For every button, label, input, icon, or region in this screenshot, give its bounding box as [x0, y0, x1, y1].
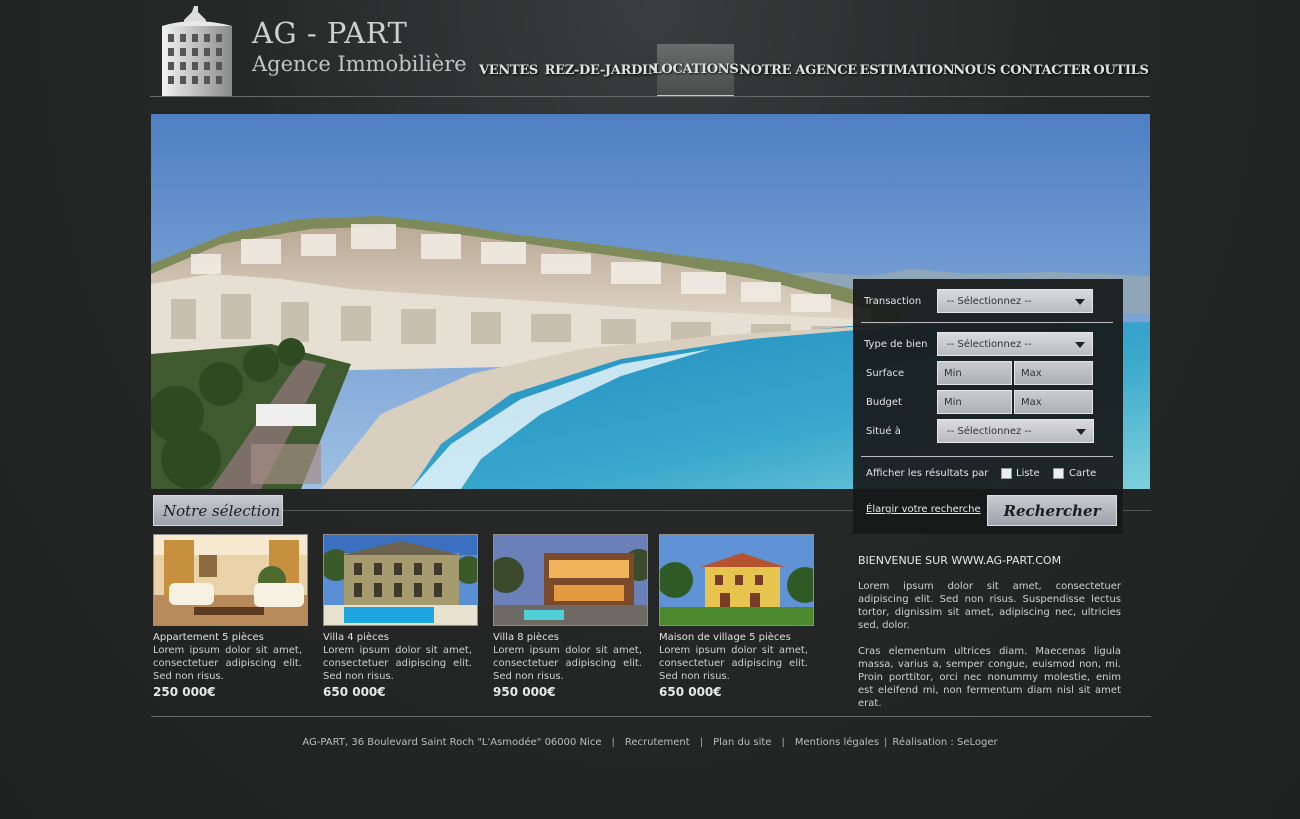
map-checkbox[interactable]: [1053, 468, 1064, 479]
welcome-paragraph: Lorem ipsum dolor sit amet, consectetuer…: [858, 581, 1121, 631]
property-title[interactable]: Maison de village 5 pièces: [659, 631, 815, 644]
property-description: Lorem ipsum dolor sit amet, consectetuer…: [323, 645, 472, 682]
transaction-select[interactable]: -- Sélectionnez --: [937, 289, 1093, 313]
nav-locations[interactable]: LOCATIONS: [653, 44, 739, 97]
nav-notre-agence[interactable]: NOTRE AGENCE: [734, 44, 862, 97]
logo-building-icon[interactable]: [154, 2, 236, 96]
search-button[interactable]: Rechercher: [987, 495, 1117, 526]
header-divider: [150, 96, 1150, 97]
property-price: 950 000€: [493, 685, 556, 699]
map-option-label: Carte: [1069, 468, 1097, 479]
nav-rez-de-jardin[interactable]: REZ-DE-JARDIN: [545, 44, 660, 97]
property-price: 650 000€: [323, 685, 386, 699]
property-price: 250 000€: [153, 685, 216, 699]
property-photo-modern-villa[interactable]: [493, 534, 648, 626]
type-select-value: -- Sélectionnez --: [947, 339, 1032, 350]
welcome-paragraph: Cras elementum ultrices diam. Maecenas l…: [858, 646, 1121, 709]
search-divider: [861, 322, 1113, 323]
display-label: Afficher les résultats par: [866, 468, 989, 479]
nav-estimation[interactable]: ESTIMATION: [860, 44, 955, 97]
property-description: Lorem ipsum dolor sit amet, consectetuer…: [659, 645, 808, 682]
transaction-select-value: -- Sélectionnez --: [947, 296, 1032, 307]
nav-nous-contacter[interactable]: NOUS CONTACTER: [952, 44, 1092, 97]
type-label: Type de bien: [864, 339, 928, 350]
main-nav: VENTES REZ-DE-JARDIN LOCATIONS NOTRE AGE…: [470, 44, 1150, 97]
budget-min-input[interactable]: [937, 390, 1012, 414]
property-description: Lorem ipsum dolor sit amet, consectetuer…: [493, 645, 642, 682]
header: AG - PART Agence Immobilière VENTES REZ-…: [150, 0, 1150, 97]
welcome-title: BIENVENUE SUR WWW.AG-PART.COM: [858, 554, 1062, 567]
footer: AG-PART, 36 Boulevard Saint Roch "L'Asmo…: [0, 737, 1300, 748]
budget-max-input[interactable]: [1014, 390, 1093, 414]
property-card[interactable]: Maison de village 5 pièces Lorem ipsum d…: [659, 534, 815, 699]
property-card[interactable]: Villa 8 pièces Lorem ipsum dolor sit ame…: [493, 534, 649, 699]
footer-separator: |: [781, 737, 785, 748]
footer-credit[interactable]: Réalisation : SeLoger: [892, 737, 997, 748]
property-title[interactable]: Villa 4 pièces: [323, 631, 479, 644]
footer-link-sitemap[interactable]: Plan du site: [713, 737, 771, 748]
search-divider: [861, 456, 1113, 457]
footer-separator: |: [699, 737, 704, 748]
surface-max-input[interactable]: [1014, 361, 1093, 385]
chevron-down-icon: [1075, 342, 1085, 348]
expand-search-link[interactable]: Élargir votre recherche: [866, 504, 981, 515]
property-title[interactable]: Villa 8 pièces: [493, 631, 649, 644]
property-title[interactable]: Appartement 5 pièces: [153, 631, 309, 644]
list-checkbox[interactable]: [1001, 468, 1012, 479]
transaction-label: Transaction: [864, 296, 922, 307]
chevron-down-icon: [1075, 299, 1085, 305]
footer-link-legal[interactable]: Mentions légales: [795, 737, 879, 748]
footer-address: AG-PART, 36 Boulevard Saint Roch "L'Asmo…: [302, 737, 602, 748]
chevron-down-icon: [1076, 429, 1086, 435]
property-card[interactable]: Appartement 5 pièces Lorem ipsum dolor s…: [153, 534, 309, 699]
selection-divider: [1123, 510, 1151, 511]
property-photo-village-house[interactable]: [659, 534, 814, 626]
property-photo-living-room[interactable]: [153, 534, 308, 626]
selection-divider: [283, 510, 853, 511]
welcome-section: BIENVENUE SUR WWW.AG-PART.COM Lorem ipsu…: [858, 554, 1121, 723]
location-label: Situé à: [866, 426, 901, 437]
selection-heading: Notre sélection: [153, 495, 283, 526]
location-select-value: -- Sélectionnez --: [947, 426, 1032, 437]
property-card[interactable]: Villa 4 pièces Lorem ipsum dolor sit ame…: [323, 534, 479, 699]
nav-outils[interactable]: OUTILS: [1092, 44, 1150, 97]
type-select[interactable]: -- Sélectionnez --: [937, 332, 1093, 356]
footer-separator: |: [884, 737, 888, 748]
nav-ventes[interactable]: VENTES: [470, 44, 547, 97]
footer-link-recruitment[interactable]: Recrutement: [625, 737, 690, 748]
footer-separator: |: [611, 737, 615, 748]
logo-title[interactable]: AG - PART: [252, 16, 407, 50]
property-photo-villa-pool[interactable]: [323, 534, 478, 626]
budget-label: Budget: [866, 397, 902, 408]
footer-divider: [151, 716, 1151, 717]
search-panel: Transaction -- Sélectionnez -- Type de b…: [853, 279, 1123, 534]
property-description: Lorem ipsum dolor sit amet, consectetuer…: [153, 645, 302, 682]
logo-subtitle[interactable]: Agence Immobilière: [252, 52, 467, 76]
property-price: 650 000€: [659, 685, 722, 699]
list-option-label: Liste: [1016, 468, 1040, 479]
surface-label: Surface: [866, 368, 905, 379]
location-select[interactable]: -- Sélectionnez --: [937, 419, 1094, 443]
surface-min-input[interactable]: [937, 361, 1012, 385]
